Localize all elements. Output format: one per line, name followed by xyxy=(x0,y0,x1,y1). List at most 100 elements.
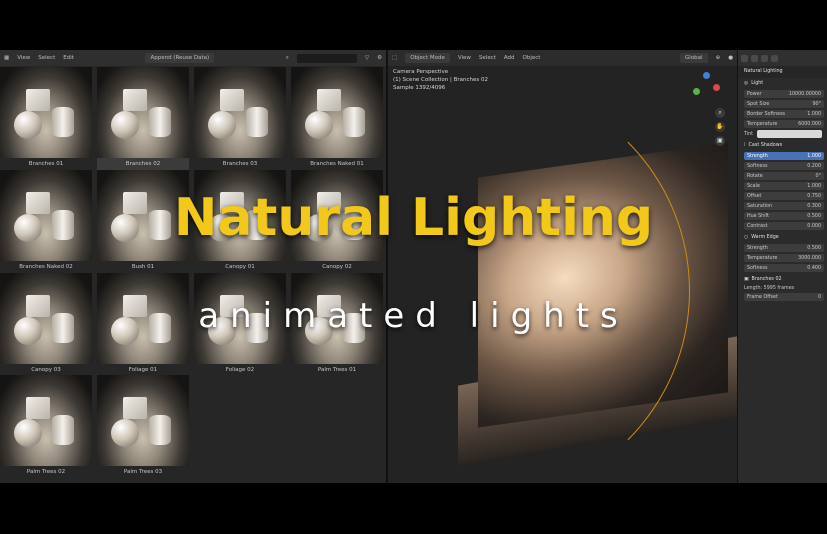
border-softness-field[interactable]: Border Softness 1.000 xyxy=(744,110,824,118)
field-label: Power xyxy=(747,91,762,97)
asset-thumbnail xyxy=(0,375,92,466)
globe-icon[interactable] xyxy=(761,54,768,62)
menu-add[interactable]: Add xyxy=(504,55,515,61)
field-value: 0.400 xyxy=(807,265,821,271)
asset-label: Palm Trees 03 xyxy=(123,469,163,475)
navigation-gizmo[interactable] xyxy=(691,72,721,102)
camera-label: Camera Perspective xyxy=(393,69,449,75)
properties-panel: Natural Lighting ◎ Light Power 10000.00000… xyxy=(737,50,827,483)
panel-title: Natural Lighting xyxy=(738,66,827,78)
asset-label: Branches 03 xyxy=(222,161,258,167)
asset-label: Canopy 01 xyxy=(225,264,255,270)
asset-label: Palm Trees 01 xyxy=(317,367,357,373)
tint-row: Tint xyxy=(744,130,822,138)
asset-thumbnail xyxy=(194,67,286,158)
field-label: Border Softness xyxy=(747,111,786,117)
mode-dropdown[interactable]: Object Mode xyxy=(405,53,450,63)
import-mode-dropdown[interactable]: Append (Reuse Data) xyxy=(145,53,215,63)
blender-window: ▦ View Select Edit Append (Reuse Data) ⌕… xyxy=(0,50,827,483)
viewport-info: Camera Perspective (1) Scene Collection … xyxy=(393,68,488,92)
power-field[interactable]: Power 10000.00000 xyxy=(744,90,824,98)
asset-tile[interactable]: Branches Naked 01 xyxy=(291,67,383,170)
field-value: 10000.00000 xyxy=(788,91,821,97)
spot-size-field[interactable]: Spot Size 90° xyxy=(744,100,824,108)
field-label: Tint xyxy=(744,131,754,137)
editor-type-icon[interactable]: ⬚ xyxy=(392,55,397,61)
asset-thumbnail xyxy=(291,67,383,158)
field-label: Strength xyxy=(747,153,768,159)
field-value: 1.000 xyxy=(807,111,821,117)
field-value: 1.000 xyxy=(807,153,821,159)
tint-color-swatch[interactable] xyxy=(757,130,822,138)
asset-label: Branches Naked 01 xyxy=(310,161,364,167)
bulb-icon: ◎ xyxy=(744,81,749,86)
menu-select[interactable]: Select xyxy=(479,55,496,61)
gear-icon[interactable]: ⚙ xyxy=(377,55,382,61)
field-value: 0° xyxy=(815,173,821,179)
asset-label: Canopy 02 xyxy=(322,264,352,270)
menu-view[interactable]: View xyxy=(17,55,30,61)
snap-icon[interactable]: ⊕ xyxy=(716,55,721,61)
editor-type-icon[interactable]: ▦ xyxy=(4,55,9,61)
field-value: 3000.000 xyxy=(798,255,821,261)
view-icon[interactable] xyxy=(751,54,758,62)
asset-label: Palm Trees 02 xyxy=(26,469,66,475)
shadow-icon: ⁞ xyxy=(744,143,746,148)
length-label: Length: 5995 frames xyxy=(744,286,795,291)
section-label: Branches 02 xyxy=(751,277,782,282)
asset-label: Branches Naked 02 xyxy=(19,264,73,270)
filter-icon[interactable]: ▽ xyxy=(365,55,369,61)
field-label: Softness xyxy=(747,265,768,271)
shadow-softness-field[interactable]: Softness 0.200 xyxy=(744,162,824,170)
filter-icon[interactable] xyxy=(771,54,778,62)
transform-orientation-dropdown[interactable]: Global xyxy=(680,53,708,63)
menu-select[interactable]: Select xyxy=(38,55,55,61)
asset-label: Branches 02 xyxy=(97,158,189,170)
field-label: Spot Size xyxy=(747,101,770,107)
field-label: Temperature xyxy=(747,121,778,127)
asset-tile[interactable]: Branches 01 xyxy=(0,67,92,170)
asset-browser: ▦ View Select Edit Append (Reuse Data) ⌕… xyxy=(0,50,388,483)
asset-label: Foliage 02 xyxy=(225,367,255,373)
asset-browser-header: ▦ View Select Edit Append (Reuse Data) ⌕… xyxy=(0,50,386,66)
shadow-rotate-field[interactable]: Rotate 0° xyxy=(744,172,824,180)
light-section-header[interactable]: ◎ Light xyxy=(738,78,827,88)
menu-view[interactable]: View xyxy=(458,55,471,61)
asset-tile[interactable]: Branches 02 xyxy=(97,67,189,170)
asset-label: Bush 01 xyxy=(131,264,155,270)
search-input[interactable] xyxy=(296,53,357,63)
object-icon: ▣ xyxy=(744,277,749,282)
field-value: 6000.000 xyxy=(798,121,821,127)
camera-icon[interactable]: ▣ xyxy=(715,136,725,146)
search-icon: ⌕ xyxy=(285,54,289,61)
asset-tile[interactable]: Palm Trees 03 xyxy=(97,375,189,478)
shadow-strength-field[interactable]: Strength 1.000 xyxy=(744,152,824,160)
viewport-header: ⬚ Object Mode View Select Add Object Glo… xyxy=(388,50,737,66)
section-label: Cast Shadows xyxy=(748,143,783,148)
cast-shadows-header[interactable]: ⁞ Cast Shadows xyxy=(738,140,827,150)
asset-thumbnail xyxy=(97,375,189,466)
menu-edit[interactable]: Edit xyxy=(63,55,74,61)
zoom-icon[interactable]: ⌕ xyxy=(715,108,725,118)
warm-temperature-field[interactable]: Temperature 3000.000 xyxy=(744,254,824,262)
tool-icon[interactable] xyxy=(741,54,748,62)
field-label: Softness xyxy=(747,163,768,169)
3d-viewport[interactable]: ⬚ Object Mode View Select Add Object Glo… xyxy=(388,50,737,483)
field-value: 0.200 xyxy=(807,163,821,169)
section-label: Light xyxy=(751,81,764,86)
asset-tile[interactable]: Branches 03 xyxy=(194,67,286,170)
asset-tile[interactable]: Palm Trees 02 xyxy=(0,375,92,478)
properties-header xyxy=(738,50,827,66)
field-label: Temperature xyxy=(747,255,778,261)
collection-label: (1) Scene Collection | Branches 02 xyxy=(393,77,489,83)
shading-icon[interactable]: ● xyxy=(728,55,733,61)
object-section-header[interactable]: ▣ Branches 02 xyxy=(738,274,827,284)
field-label: Rotate xyxy=(747,173,763,179)
menu-object[interactable]: Object xyxy=(523,55,541,61)
sample-label: Sample 1392/4096 xyxy=(393,85,446,91)
asset-thumbnail xyxy=(0,67,92,158)
warm-softness-field[interactable]: Softness 0.400 xyxy=(744,264,824,272)
hand-icon[interactable]: ✋ xyxy=(715,122,725,132)
overlay-subtitle: animated lights xyxy=(198,296,629,336)
temperature-field[interactable]: Temperature 6000.000 xyxy=(744,120,824,128)
